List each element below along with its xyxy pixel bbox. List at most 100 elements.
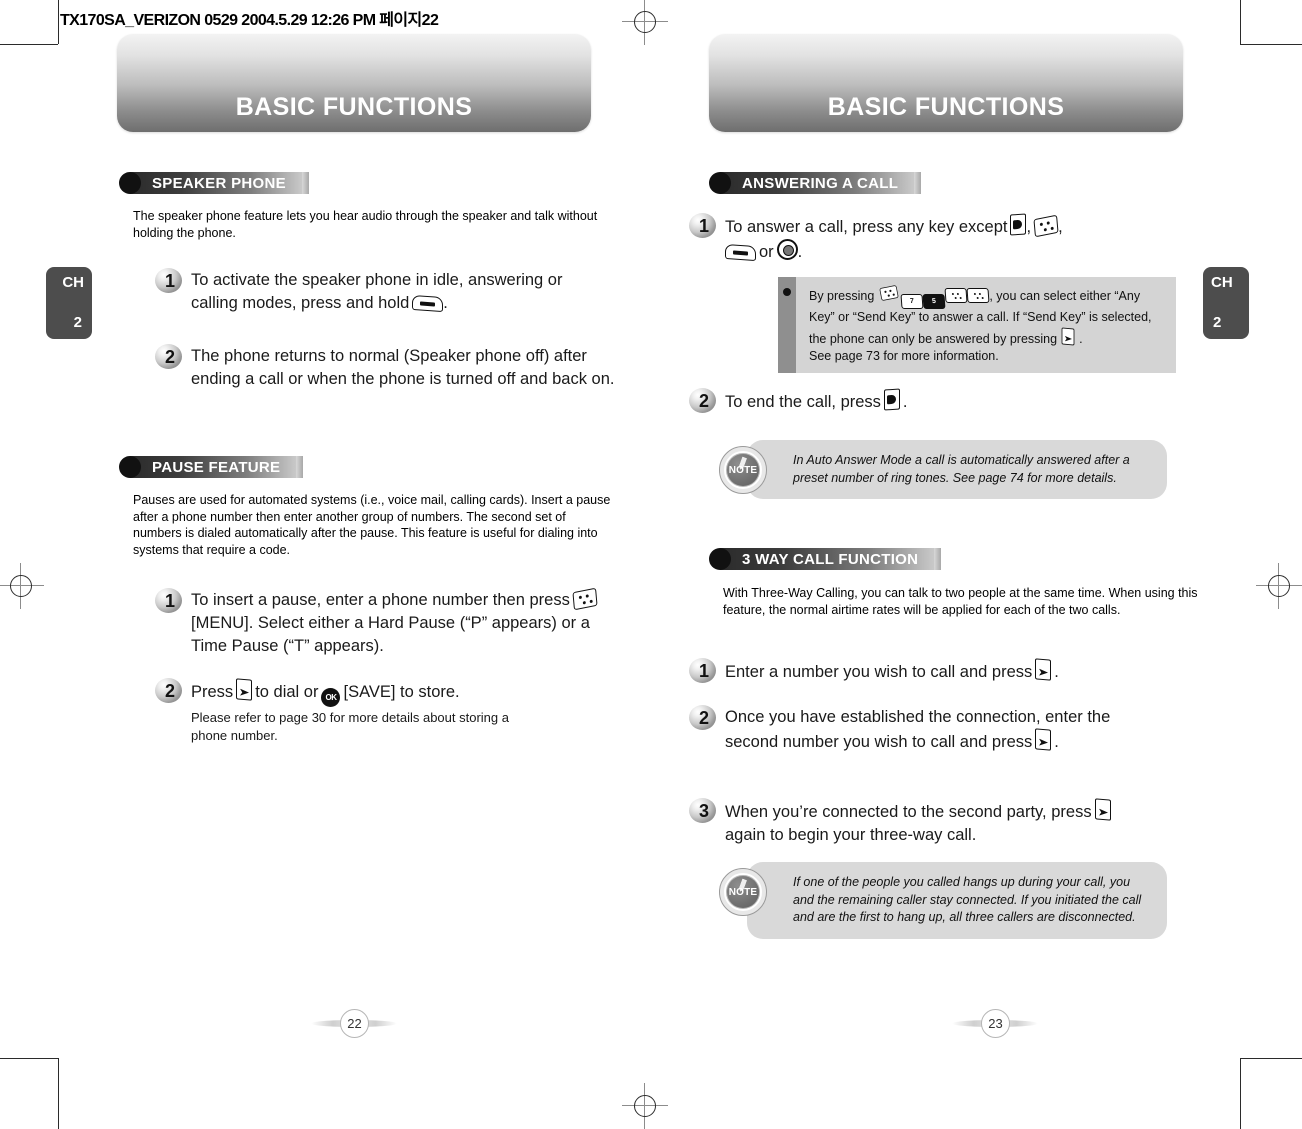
left-page: BASIC FUNCTIONS SPEAKER PHONE The speake…	[0, 0, 651, 1129]
section-heading-label: SPEAKER PHONE	[152, 174, 286, 192]
nav-key-icon	[776, 239, 798, 260]
step-text: Once you have established the connection…	[725, 706, 1120, 754]
page-number-right-value: 23	[988, 1016, 1003, 1031]
step-number: 3	[699, 801, 710, 821]
end-key-icon	[883, 388, 900, 411]
send-key-icon	[1035, 728, 1052, 751]
step-text-part-a: To insert a pause, enter a phone number …	[191, 591, 570, 609]
step-badge: 2	[689, 388, 719, 415]
send-key-icon	[1061, 327, 1075, 346]
step-text: Enter a number you wish to call and pres…	[725, 658, 1165, 684]
section-heading-bar: SPEAKER PHONE	[130, 172, 302, 194]
callout-text-part-d: See page 73 for more information.	[809, 349, 999, 363]
step-text-sep-2: ,	[1058, 218, 1063, 236]
5-key-icon: 5	[922, 293, 946, 310]
step-text-part-a: To end the call, press	[725, 393, 881, 411]
section-heading-label: ANSWERING A CALL	[742, 174, 899, 192]
section-heading-3-way-call: 3 WAY CALL FUNCTION	[709, 547, 942, 571]
step-text-part-b: or	[759, 243, 774, 261]
step-number: 1	[165, 271, 176, 291]
step-text: Press to dial or OK [SAVE] to store.	[191, 678, 621, 707]
step-text: To end the call, press.	[725, 388, 1125, 414]
callout-text: By pressing 7 5, you can select either “An…	[796, 277, 1176, 373]
section-heading-speaker-phone: SPEAKER PHONE	[119, 171, 309, 195]
section-heading-cap	[914, 172, 922, 194]
step-number: 2	[699, 391, 710, 411]
step-text-part-c: [SAVE] to store.	[343, 683, 460, 701]
section-heading-bar: PAUSE FEATURE	[130, 456, 297, 478]
note-badge-icon: NOTE	[719, 446, 767, 494]
step-number: 1	[699, 661, 710, 681]
step-text-part-b: [MENU]. Select either a Hard Pause (“P” …	[191, 614, 590, 655]
step-text-part-a: To answer a call, press any key except	[725, 218, 1008, 236]
step-number: 1	[165, 591, 176, 611]
step-text: When you’re connected to the second part…	[725, 798, 1140, 847]
step-badge: 3	[689, 798, 719, 825]
section-heading-bar: ANSWERING A CALL	[720, 172, 915, 194]
section-heading-cap	[301, 172, 309, 194]
menu-key-icon	[1033, 214, 1059, 238]
step-text-part-b: .	[902, 393, 908, 411]
step-text-part-b: .	[1054, 663, 1059, 681]
7-key-icon: 7	[900, 293, 924, 310]
three-way-call-intro: With Three-Way Calling, you can talk to …	[723, 586, 1198, 617]
step-text-body: To activate the speaker phone in idle, a…	[191, 271, 563, 312]
left-page-title: BASIC FUNCTIONS	[235, 93, 473, 121]
step-badge: 1	[689, 213, 719, 240]
quick-key-icon	[412, 294, 444, 313]
send-key-icon	[1035, 658, 1052, 681]
step-number: 2	[165, 681, 176, 701]
section-heading-answering-a-call: ANSWERING A CALL	[709, 171, 922, 195]
step-text-part-b: to dial or	[255, 683, 319, 701]
step-number: 2	[699, 708, 710, 728]
note-badge-label: NOTE	[728, 887, 758, 898]
note-badge-label: NOTE	[728, 465, 758, 476]
step-badge: 2	[689, 705, 719, 732]
step-text-part-a: Enter a number you wish to call and pres…	[725, 663, 1033, 681]
send-key-icon	[1094, 798, 1111, 821]
send-key-icon	[236, 678, 253, 701]
step-text-tail: .	[443, 294, 448, 312]
step-text-part-b: .	[1054, 733, 1059, 751]
step-number: 2	[165, 347, 176, 367]
callout-bullet-icon	[778, 277, 796, 373]
page-number-right: 23	[952, 1003, 1038, 1043]
down-key-icon	[944, 287, 968, 304]
section-heading-bar: 3 WAY CALL FUNCTION	[720, 548, 935, 570]
step-text: To answer a call, press any key except,,…	[725, 213, 1155, 264]
section-heading-label: 3 WAY CALL FUNCTION	[742, 550, 919, 568]
section-bullet-icon	[709, 172, 731, 194]
section-bullet-icon	[119, 172, 141, 194]
right-page-banner: BASIC FUNCTIONS	[709, 34, 1183, 132]
step-badge: 1	[689, 658, 719, 685]
answering-call-callout: By pressing 7 5, you can select either “An…	[778, 277, 1176, 373]
quick-key-icon	[725, 243, 756, 262]
note-badge-icon: NOTE	[719, 868, 767, 916]
step-text: To insert a pause, enter a phone number …	[191, 587, 621, 658]
left-page-banner: BASIC FUNCTIONS	[117, 34, 591, 132]
step-subtext: Please refer to page 30 for more details…	[191, 710, 509, 743]
step-text: The phone returns to normal (Speaker pho…	[191, 347, 615, 388]
step-number: 1	[699, 216, 710, 236]
step-badge: 1	[155, 588, 185, 615]
section-heading-pause-feature: PAUSE FEATURE	[119, 455, 304, 479]
step-badge: 2	[155, 344, 185, 371]
right-page: BASIC FUNCTIONS ANSWERING A CALL 1 To an…	[651, 0, 1302, 1129]
section-bullet-icon	[119, 456, 141, 478]
step-text-part-c: .	[797, 243, 803, 261]
speaker-phone-intro: The speaker phone feature lets you hear …	[133, 209, 598, 240]
page-number-left: 22	[311, 1003, 397, 1043]
callout-text-part-c: .	[1079, 332, 1083, 346]
menu-key-icon	[879, 284, 900, 302]
down-key-icon	[966, 287, 990, 304]
step-badge: 2	[155, 678, 185, 705]
pause-feature-intro: Pauses are used for automated systems (i…	[133, 493, 611, 557]
note-box-text: If one of the people you called hangs up…	[747, 862, 1167, 939]
callout-text-part-a: By pressing	[809, 289, 875, 303]
step-text-part-a: Press	[191, 683, 234, 701]
section-bullet-icon	[709, 548, 731, 570]
section-heading-cap	[934, 548, 942, 570]
step-badge: 1	[155, 268, 185, 295]
menu-key-icon	[572, 587, 598, 611]
note-box-text: In Auto Answer Mode a call is automatica…	[747, 440, 1167, 499]
